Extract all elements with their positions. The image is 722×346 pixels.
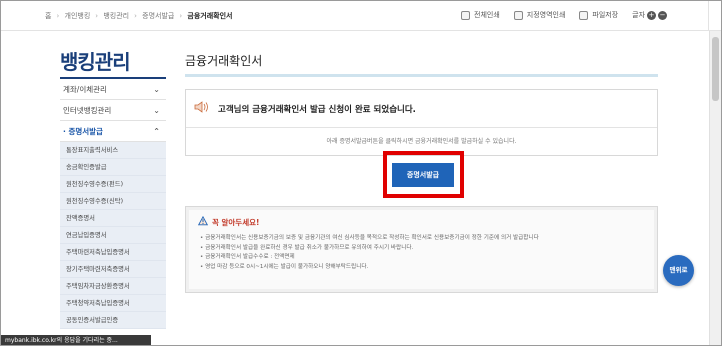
- top-utility-bar: 홈 › 개인뱅킹 › 뱅킹관리 › 증명서발급 › 금융거래확인서 전체인쇄 지정영역인…: [1, 1, 721, 31]
- print-area-label: 지정영역인쇄: [526, 11, 566, 19]
- submenu-item[interactable]: 장기주택마련저축증명서: [60, 261, 166, 278]
- sidebar-item-label: · 증명서발급: [63, 127, 103, 136]
- chevron-up-icon: ⌃: [153, 127, 160, 136]
- sidebar-item-label: 인터넷뱅킹관리: [63, 106, 112, 115]
- speaker-icon: [194, 101, 208, 113]
- font-size-control: 글자 + −: [632, 10, 668, 20]
- scrollbar-thumb[interactable]: [712, 37, 719, 101]
- page-title: 금융거래확인서: [185, 54, 263, 68]
- caution-item: • 금융거래확인서 발급을 완료하신 경우 발급 취소가 불가하므로 유의하여 …: [200, 244, 414, 251]
- printer-icon: [461, 10, 470, 20]
- browser-status-bar: mybank.ibk.co.kr의 응답을 기다리는 중...: [1, 335, 151, 345]
- printer-icon: [513, 10, 523, 20]
- caution-item: • 금융거래확인서는 신용보증기금의 보증 및 금융기관의 여신 심사등을 목적…: [200, 235, 539, 241]
- submenu-item[interactable]: 잔액증명서: [60, 210, 166, 227]
- notice-headline: 고객님의 금융거래확인서 발급 신청이 완료 되었습니다.: [218, 105, 416, 115]
- save-file-label: 파일저장: [592, 11, 619, 19]
- sidebar-item-certificate[interactable]: · 증명서발급 ⌃: [60, 121, 166, 142]
- chevron-down-icon: ⌄: [153, 85, 160, 94]
- divider: [186, 127, 657, 128]
- file-icon: [579, 10, 589, 20]
- submenu-item[interactable]: 주택청약저축납입증명서: [60, 295, 166, 312]
- save-file-button[interactable]: 파일저장: [579, 10, 618, 20]
- caution-list: • 금융거래확인서는 신용보증기금의 보증 및 금융기관의 여신 심사등을 목적…: [200, 234, 539, 273]
- divider: [708, 1, 709, 31]
- submenu-item[interactable]: 주택마련저축납입증명서: [60, 244, 166, 261]
- font-decrease-button[interactable]: −: [658, 10, 668, 20]
- breadcrumb-separator: ›: [134, 12, 137, 20]
- submenu-item[interactable]: 연금납입증명서: [60, 227, 166, 244]
- breadcrumb-current: 금융거래확인서: [187, 12, 233, 20]
- completion-notice: 고객님의 금융거래확인서 발급 신청이 완료 되었습니다. 아래 증명서발급버튼…: [185, 89, 658, 156]
- print-all-button[interactable]: 전체인쇄: [461, 10, 500, 20]
- breadcrumb-banking-management[interactable]: 뱅킹관리: [103, 12, 129, 20]
- caution-item: • 금융거래확인서 발급수수료 : 전액면제: [200, 254, 295, 261]
- vertical-scrollbar[interactable]: [709, 31, 721, 345]
- sidebar-item-internet-banking[interactable]: 인터넷뱅킹관리 ⌄: [60, 100, 166, 121]
- caution-item: • 영업 마감 등으로 0시~1시에는 발급이 불가하오니 양해부탁드립니다.: [200, 264, 369, 271]
- breadcrumb-certificate[interactable]: 증명서발급: [142, 12, 174, 20]
- scroll-to-top-button[interactable]: 맨위로: [663, 255, 694, 286]
- sidebar-item-account-transfer[interactable]: 계좌/이체관리 ⌄: [60, 79, 166, 100]
- submenu-item[interactable]: 공동인증서발급인증: [60, 312, 166, 329]
- sidebar: 뱅킹관리 계좌/이체관리 ⌄ 인터넷뱅킹관리 ⌄ · 증명서발급 ⌃ 통장표지출…: [1, 31, 169, 345]
- breadcrumb-home[interactable]: 홈: [45, 12, 51, 20]
- warning-icon: [198, 216, 208, 226]
- font-increase-button[interactable]: +: [647, 10, 657, 20]
- sidebar-menu: 계좌/이체관리 ⌄ 인터넷뱅킹관리 ⌄ · 증명서발급 ⌃ 통장표지출력서비스 …: [60, 79, 166, 329]
- title-underline: [185, 74, 658, 77]
- submenu-item[interactable]: 통장표지출력서비스: [60, 142, 166, 159]
- submenu-item[interactable]: 주택임차자금상환증명서: [60, 278, 166, 295]
- submenu-item[interactable]: 원천징수영수증(신탁): [60, 193, 166, 210]
- chevron-down-icon: ⌄: [153, 106, 160, 115]
- sidebar-item-label: 계좌/이체관리: [63, 85, 107, 94]
- breadcrumb-separator: ›: [56, 12, 60, 20]
- breadcrumb-personal-banking[interactable]: 개인뱅킹: [65, 12, 91, 20]
- caution-box: 꼭 알아두세요! • 금융거래확인서는 신용보증기금의 보증 및 금융기관의 여…: [185, 206, 658, 293]
- breadcrumb-separator: ›: [179, 12, 183, 20]
- browser-viewport: 홈 › 개인뱅킹 › 뱅킹관리 › 증명서발급 › 금융거래확인서 전체인쇄 지정영역인…: [0, 0, 722, 346]
- font-size-label: 글자: [632, 11, 646, 19]
- breadcrumb-separator: ›: [95, 12, 99, 20]
- sidebar-title: 뱅킹관리: [60, 50, 131, 74]
- print-all-label: 전체인쇄: [474, 11, 500, 19]
- submenu-item[interactable]: 원천징수영수증(펀드): [60, 176, 166, 193]
- caution-title: 꼭 알아두세요!: [212, 218, 260, 227]
- page-tools: 전체인쇄 지정영역인쇄 파일저장 글자 + −: [461, 10, 668, 20]
- issue-certificate-button[interactable]: 증명서발급: [392, 163, 454, 187]
- notice-description: 아래 증명서발급버튼을 클릭하시면 금융거래확인서를 발급하실 수 있습니다.: [326, 138, 517, 145]
- submenu-item[interactable]: 송금확인증발급: [60, 159, 166, 176]
- print-area-button[interactable]: 지정영역인쇄: [513, 10, 566, 20]
- sidebar-submenu: 통장표지출력서비스 송금확인증발급 원천징수영수증(펀드) 원천징수영수증(신탁…: [60, 142, 166, 329]
- breadcrumb: 홈 › 개인뱅킹 › 뱅킹관리 › 증명서발급 › 금융거래확인서: [45, 11, 234, 21]
